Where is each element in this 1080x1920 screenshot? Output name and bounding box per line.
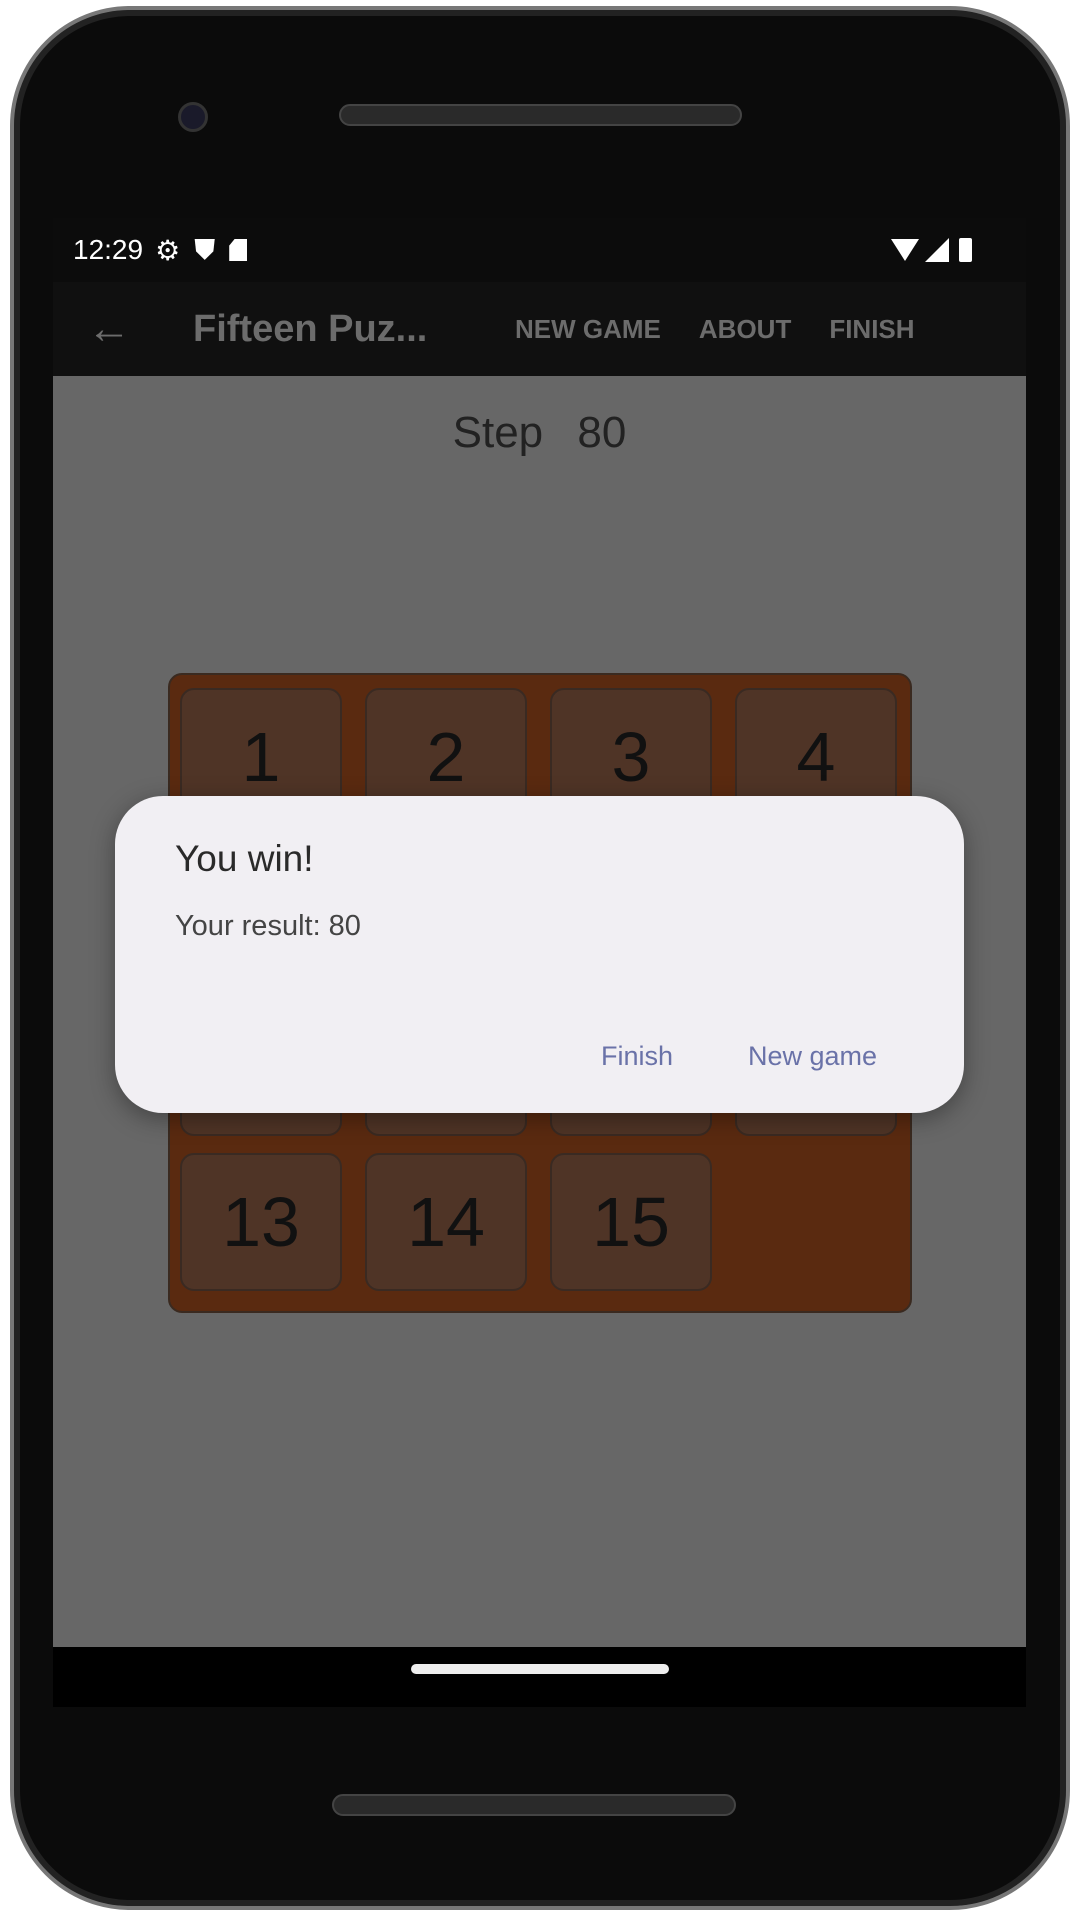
- app-bar: ← Fifteen Puz... NEW GAME ABOUT FINISH: [53, 282, 1026, 376]
- about-action[interactable]: ABOUT: [699, 314, 791, 345]
- status-time: 12:29: [73, 234, 144, 265]
- step-counter: Step 80: [53, 408, 1026, 458]
- sd-card-icon: [229, 239, 248, 261]
- wifi-icon: [891, 239, 919, 261]
- step-label: Step: [452, 408, 544, 457]
- status-bar: 12:29 ⚙ ⛊: [53, 218, 1026, 282]
- dialog-message: Your result: 80: [175, 910, 361, 942]
- tile-15[interactable]: 15: [550, 1153, 712, 1291]
- win-dialog: You win! Your result: 80 Finish New game: [115, 796, 964, 1113]
- new-game-button[interactable]: New game: [748, 1041, 877, 1072]
- new-game-action[interactable]: NEW GAME: [515, 314, 661, 345]
- screen: 12:29 ⚙ ⛊ ← Fifteen Puz... NEW GAME ABOU…: [53, 218, 1026, 1647]
- tile-13[interactable]: 13: [180, 1153, 342, 1291]
- signal-icon: [925, 238, 949, 262]
- camera-icon: [178, 102, 208, 132]
- finish-action[interactable]: FINISH: [829, 314, 914, 345]
- gear-icon: ⚙: [155, 234, 181, 266]
- dialog-title: You win!: [175, 838, 314, 879]
- step-value: 80: [577, 408, 627, 457]
- top-speaker: [339, 104, 742, 126]
- bottom-speaker: [332, 1794, 736, 1816]
- finish-button[interactable]: Finish: [601, 1041, 673, 1072]
- tile-14[interactable]: 14: [365, 1153, 527, 1291]
- battery-icon: [959, 238, 972, 262]
- navigation-bar: [53, 1647, 1026, 1707]
- shield-icon: ⛊: [194, 233, 216, 265]
- app-title: Fifteen Puz...: [193, 307, 428, 350]
- home-gesture-bar[interactable]: [411, 1664, 669, 1674]
- back-arrow-icon[interactable]: ←: [87, 304, 183, 354]
